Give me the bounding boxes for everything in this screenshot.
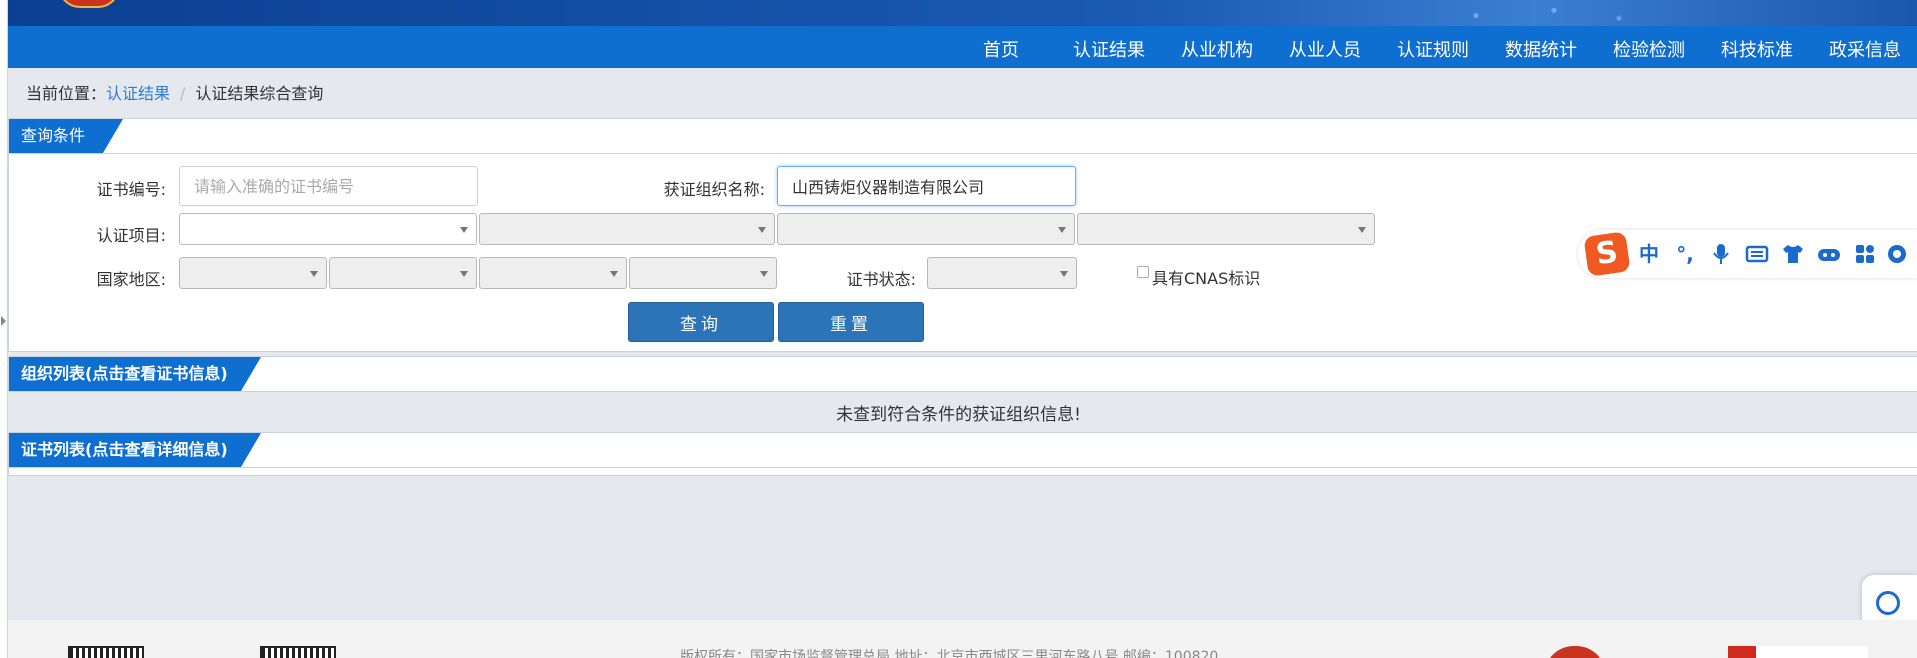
qr-code-icon <box>260 646 336 658</box>
main-nav: 首页 认证结果 从业机构 从业人员 认证规则 数据统计 检验检测 科技标准 政采… <box>8 26 1917 68</box>
nav-item-statistics[interactable]: 数据统计 <box>1505 36 1577 62</box>
page-left-border <box>0 0 8 658</box>
chevron-down-icon <box>610 271 618 277</box>
org-list-title[interactable]: 组织列表(点击查看证书信息) <box>9 357 261 391</box>
site-banner <box>8 0 1917 26</box>
breadcrumb-separator: / <box>180 84 186 103</box>
footer: 版权所有：国家市场监督管理总局 地址：北京市西城区三里河东路八号 邮编：1008… <box>8 620 1917 658</box>
chevron-down-icon <box>760 271 768 277</box>
breadcrumb: 当前位置：认证结果 / 认证结果综合查询 <box>26 80 323 104</box>
cnas-label: 具有CNAS标识 <box>1152 269 1261 288</box>
region-select-4[interactable] <box>629 257 777 289</box>
org-name-input[interactable] <box>777 166 1076 206</box>
chevron-down-icon <box>758 227 766 233</box>
sogou-logo-icon[interactable]: S <box>1583 231 1631 277</box>
region-select-3[interactable] <box>479 257 627 289</box>
government-badge-icon <box>1728 646 1868 658</box>
refresh-circle-icon <box>1876 591 1900 615</box>
toolbox-grid-icon[interactable] <box>1852 241 1878 267</box>
nav-item-agencies[interactable]: 从业机构 <box>1181 36 1253 62</box>
cert-no-label: 证书编号: <box>96 180 166 199</box>
breadcrumb-current: 认证结果综合查询 <box>195 84 324 103</box>
breadcrumb-prefix: 当前位置： <box>26 84 107 103</box>
reset-button[interactable]: 重置 <box>778 302 924 342</box>
cert-list-panel: 证书列表(点击查看详细信息) <box>8 432 1917 476</box>
org-list-panel: 组织列表(点击查看证书信息) <box>8 356 1917 392</box>
cert-project-select-1[interactable] <box>179 213 477 245</box>
region-label: 国家地区: <box>96 270 166 289</box>
collapse-arrow-icon[interactable] <box>1 316 6 326</box>
cert-status-select[interactable] <box>927 257 1077 289</box>
keyboard-icon[interactable] <box>1744 241 1770 267</box>
nav-item-home[interactable]: 首页 <box>983 36 1019 62</box>
chevron-down-icon <box>310 271 318 277</box>
chevron-down-icon <box>1358 227 1366 233</box>
cert-project-select-2[interactable] <box>479 213 775 245</box>
chevron-down-icon <box>460 271 468 277</box>
qr-code-icon <box>68 646 144 658</box>
cert-status-label: 证书状态: <box>846 270 916 289</box>
nav-item-rules[interactable]: 认证规则 <box>1397 36 1469 62</box>
national-emblem-icon <box>58 0 120 8</box>
cert-project-select-3[interactable] <box>777 213 1075 245</box>
gear-icon[interactable] <box>1884 241 1910 267</box>
org-name-label: 获证组织名称: <box>663 180 765 199</box>
party-emblem-icon <box>1544 646 1606 658</box>
cert-project-select-4[interactable] <box>1077 213 1375 245</box>
panel-divider <box>9 153 1917 154</box>
cert-list-title[interactable]: 证书列表(点击查看详细信息) <box>9 433 261 467</box>
org-list-empty-message: 未查到符合条件的获证组织信息! <box>836 405 1081 425</box>
gamepad-icon[interactable] <box>1816 241 1842 267</box>
chevron-down-icon <box>460 227 468 233</box>
ime-chinese-mode-icon[interactable]: 中 <box>1636 241 1662 267</box>
breadcrumb-link[interactable]: 认证结果 <box>106 84 170 103</box>
footer-copyright: 版权所有：国家市场监督管理总局 地址：北京市西城区三里河东路八号 邮编：1008… <box>680 649 1219 658</box>
nav-item-personnel[interactable]: 从业人员 <box>1289 36 1361 62</box>
panel-divider <box>9 467 1917 468</box>
query-panel-title: 查询条件 <box>9 119 123 153</box>
chevron-down-icon <box>1060 271 1068 277</box>
cnas-checkbox[interactable] <box>1137 266 1149 278</box>
nav-item-inspection[interactable]: 检验检测 <box>1613 36 1685 62</box>
chevron-down-icon <box>1058 227 1066 233</box>
cert-no-input[interactable] <box>179 166 478 206</box>
microphone-icon[interactable] <box>1708 241 1734 267</box>
region-select-1[interactable] <box>179 257 327 289</box>
ime-punctuation-icon[interactable]: °, <box>1672 241 1698 267</box>
banner-decoration <box>1398 0 1658 26</box>
nav-item-procurement[interactable]: 政采信息 <box>1829 36 1901 62</box>
ime-toolbar: S 中 °, <box>1578 230 1917 278</box>
skin-shirt-icon[interactable] <box>1780 241 1806 267</box>
search-button[interactable]: 查询 <box>628 302 774 342</box>
nav-item-standards[interactable]: 科技标准 <box>1721 36 1793 62</box>
nav-item-cert-results[interactable]: 认证结果 <box>1073 36 1145 62</box>
cert-project-label: 认证项目: <box>96 226 166 245</box>
region-select-2[interactable] <box>329 257 477 289</box>
